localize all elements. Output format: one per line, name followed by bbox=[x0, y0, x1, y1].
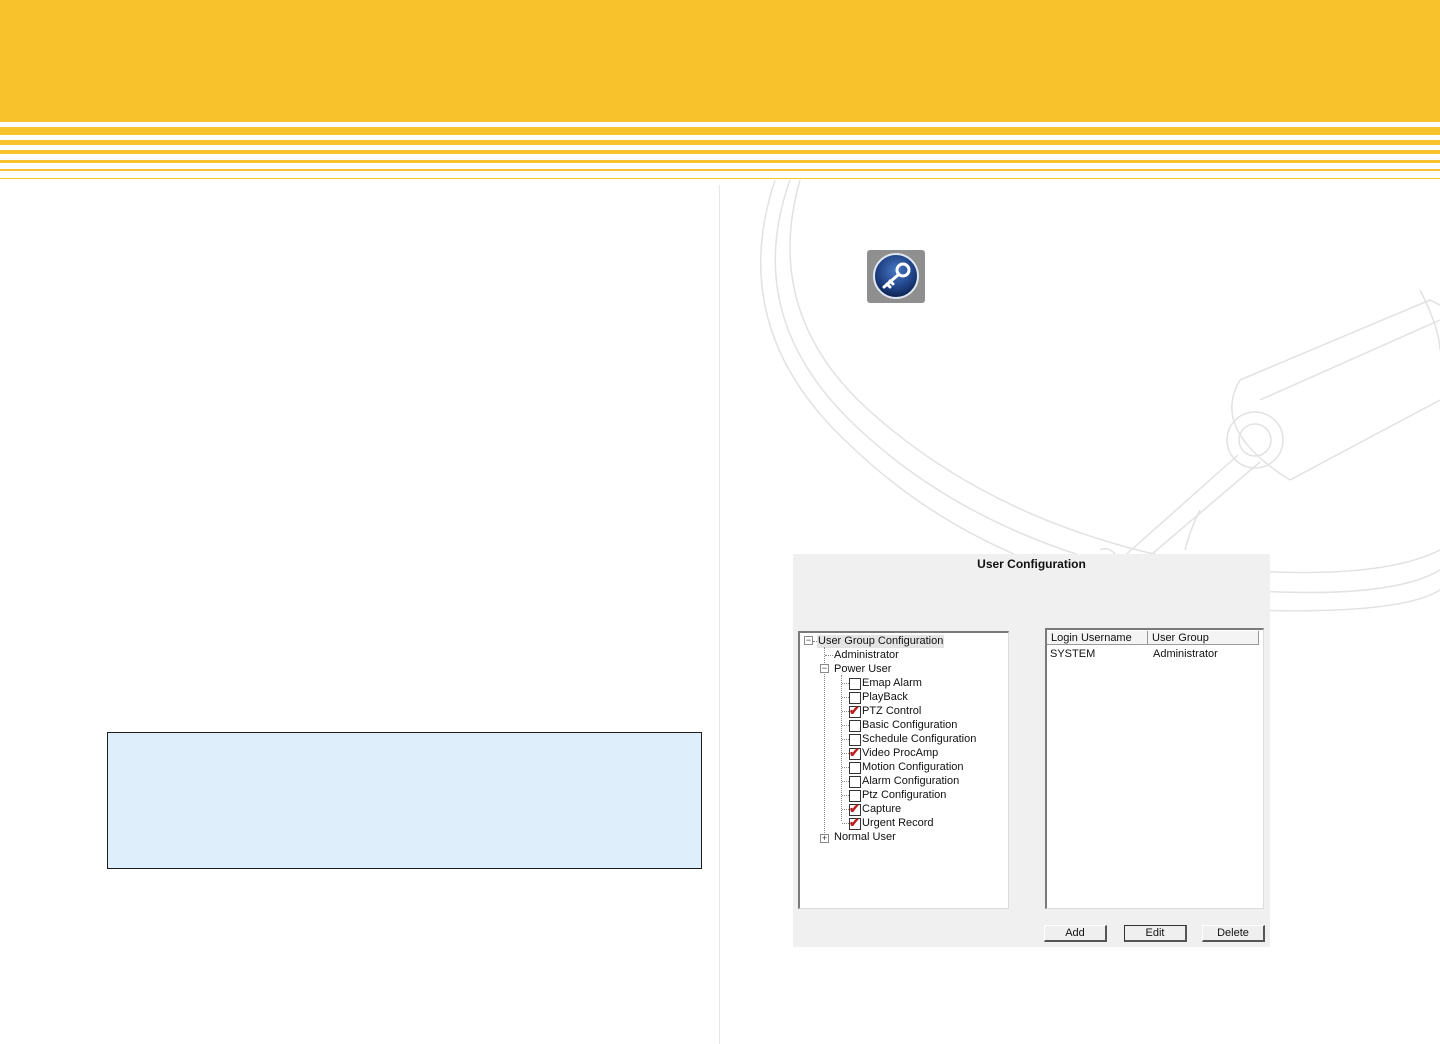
permission-label: PlayBack bbox=[862, 691, 908, 703]
permission-label: Schedule Configuration bbox=[862, 733, 977, 745]
tree-connector bbox=[825, 655, 833, 656]
permission-checkbox[interactable]: ✔ bbox=[849, 703, 861, 718]
permission-checkbox[interactable] bbox=[849, 776, 861, 788]
column-divider bbox=[719, 185, 720, 1044]
column-header-login-username[interactable]: Login Username bbox=[1047, 631, 1148, 645]
check-mark-icon: ✔ bbox=[849, 703, 860, 718]
tree-connector bbox=[842, 823, 849, 824]
tree-connector bbox=[842, 739, 849, 740]
tree-connector bbox=[842, 697, 849, 698]
permission-checkbox[interactable] bbox=[849, 762, 861, 774]
tree-group-administrator[interactable]: Administrator bbox=[834, 649, 899, 662]
permission-label: Alarm Configuration bbox=[862, 775, 960, 787]
tree-connector bbox=[842, 781, 849, 782]
tree-connector bbox=[842, 683, 849, 684]
header-stripe bbox=[0, 150, 1440, 154]
header-stripe bbox=[0, 140, 1440, 145]
permission-checkbox[interactable] bbox=[849, 720, 861, 732]
header-stripe bbox=[0, 178, 1440, 179]
permission-label: Basic Configuration bbox=[862, 719, 958, 731]
tree-connector bbox=[842, 753, 849, 754]
dialog-title: User Configuration bbox=[977, 557, 1086, 571]
permission-label: Ptz Configuration bbox=[862, 789, 947, 801]
tree-connector bbox=[824, 647, 825, 841]
permission-label: PTZ Control bbox=[862, 705, 922, 717]
permission-label: Capture bbox=[862, 803, 902, 815]
key-icon bbox=[867, 250, 925, 303]
tree-group-power-user[interactable]: Power User bbox=[834, 663, 891, 676]
header-stripe bbox=[0, 160, 1440, 163]
header-stripe bbox=[0, 169, 1440, 171]
collapse-icon[interactable]: − bbox=[820, 664, 829, 673]
check-mark-icon: ✔ bbox=[849, 745, 860, 760]
tree-connector bbox=[842, 795, 849, 796]
tree-group-normal-user[interactable]: Normal User bbox=[834, 831, 896, 844]
add-button[interactable]: Add bbox=[1044, 925, 1107, 942]
check-mark-icon: ✔ bbox=[849, 815, 860, 830]
tree-connector bbox=[842, 725, 849, 726]
permission-label: Emap Alarm bbox=[862, 677, 922, 689]
check-mark-icon: ✔ bbox=[849, 801, 860, 816]
user-configuration-dialog: User Configuration − User Group Configur… bbox=[793, 554, 1270, 947]
header-stripe bbox=[0, 127, 1440, 135]
permission-label: Urgent Record bbox=[862, 817, 934, 829]
column-header-user-group[interactable]: User Group bbox=[1148, 631, 1259, 645]
collapse-icon[interactable]: − bbox=[804, 636, 813, 645]
user-list[interactable]: Login Username User Group SYSTEM Adminis… bbox=[1045, 628, 1264, 909]
note-box bbox=[107, 732, 702, 869]
permission-checkbox[interactable]: ✔ bbox=[849, 745, 861, 760]
user-group-tree[interactable]: − User Group Configuration Administrator… bbox=[798, 631, 1009, 909]
user-row-username[interactable]: SYSTEM bbox=[1050, 648, 1095, 661]
tree-root-label[interactable]: User Group Configuration bbox=[817, 635, 945, 648]
page-header-band bbox=[0, 0, 1440, 122]
permission-checkbox[interactable]: ✔ bbox=[849, 815, 861, 830]
user-row-group[interactable]: Administrator bbox=[1153, 648, 1218, 661]
permission-label: Motion Configuration bbox=[862, 761, 964, 773]
edit-button[interactable]: Edit bbox=[1124, 925, 1187, 942]
tree-connector bbox=[842, 767, 849, 768]
delete-button[interactable]: Delete bbox=[1202, 925, 1265, 942]
tree-connector bbox=[842, 809, 849, 810]
expand-icon[interactable]: + bbox=[820, 834, 829, 843]
tree-connector bbox=[842, 711, 849, 712]
permission-label: Video ProcAmp bbox=[862, 747, 939, 759]
permission-checkbox[interactable] bbox=[849, 678, 861, 690]
